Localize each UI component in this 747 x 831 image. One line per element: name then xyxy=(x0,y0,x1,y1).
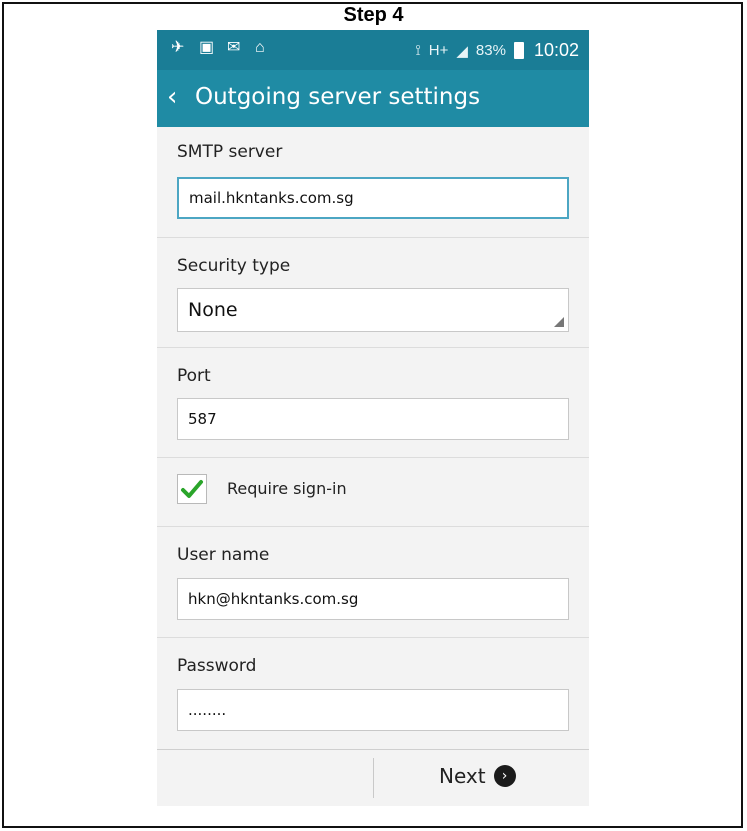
security-type-label: Security type xyxy=(177,256,291,276)
network-text: H+ xyxy=(428,42,449,59)
smtp-server-label: SMTP server xyxy=(177,142,283,162)
next-arrow-icon: › xyxy=(493,765,516,787)
port-input[interactable]: 587 xyxy=(177,398,569,440)
username-section: User name hkn@hkntanks.com.sg xyxy=(157,527,589,638)
require-signin-checkbox[interactable] xyxy=(177,474,207,504)
vibrate-icon: ⟟ xyxy=(415,42,421,59)
notification-icon: ⌂ xyxy=(255,39,265,56)
step-title: Step 4 xyxy=(343,4,404,26)
password-label: Password xyxy=(177,656,257,676)
smtp-server-input[interactable]: mail.hkntanks.com.sg xyxy=(177,177,569,219)
user-name-label: User name xyxy=(177,545,270,565)
port-section: Port 587 xyxy=(157,348,589,458)
notification-icon: ✈ xyxy=(171,39,185,56)
security-type-select[interactable]: None xyxy=(177,288,569,332)
next-button-label: Next xyxy=(439,764,486,788)
port-label: Port xyxy=(177,366,211,386)
dropdown-arrow-icon xyxy=(554,317,564,327)
app-bar: ‹ Outgoing server settings xyxy=(157,70,589,127)
phone-screen: ✈ ▣ ✉ ⌂ ⟟ H+ ◢ 83% 10:02 ‹ Outgoing serv… xyxy=(157,30,589,806)
battery-icon xyxy=(513,42,524,59)
battery-text: 83% xyxy=(475,42,506,59)
security-type-value: None xyxy=(188,299,238,321)
require-signin-section[interactable]: Require sign-in xyxy=(157,458,589,527)
clock: 10:02 xyxy=(533,40,579,60)
signal-icon: ◢ xyxy=(456,42,468,60)
checkmark-icon xyxy=(181,480,203,498)
next-button[interactable]: Next › xyxy=(439,764,516,788)
require-signin-label: Require sign-in xyxy=(227,479,347,498)
page-title: Outgoing server settings xyxy=(195,84,481,110)
notification-icon: ✉ xyxy=(227,39,241,56)
password-section: Password ........ xyxy=(157,638,589,748)
status-icons-right: ⟟ H+ ◢ 83% 10:02 xyxy=(415,40,579,61)
bottom-action-bar: Next › xyxy=(157,749,589,806)
status-bar: ✈ ▣ ✉ ⌂ ⟟ H+ ◢ 83% 10:02 xyxy=(157,30,589,70)
notification-icon: ▣ xyxy=(199,39,215,56)
bottom-divider xyxy=(373,758,374,798)
smtp-section: SMTP server mail.hkntanks.com.sg xyxy=(157,127,589,238)
password-input[interactable]: ........ xyxy=(177,689,569,731)
back-icon[interactable]: ‹ xyxy=(167,82,177,112)
status-icons-left: ✈ ▣ ✉ ⌂ xyxy=(171,39,273,57)
user-name-input[interactable]: hkn@hkntanks.com.sg xyxy=(177,578,569,620)
security-section: Security type None xyxy=(157,238,589,348)
